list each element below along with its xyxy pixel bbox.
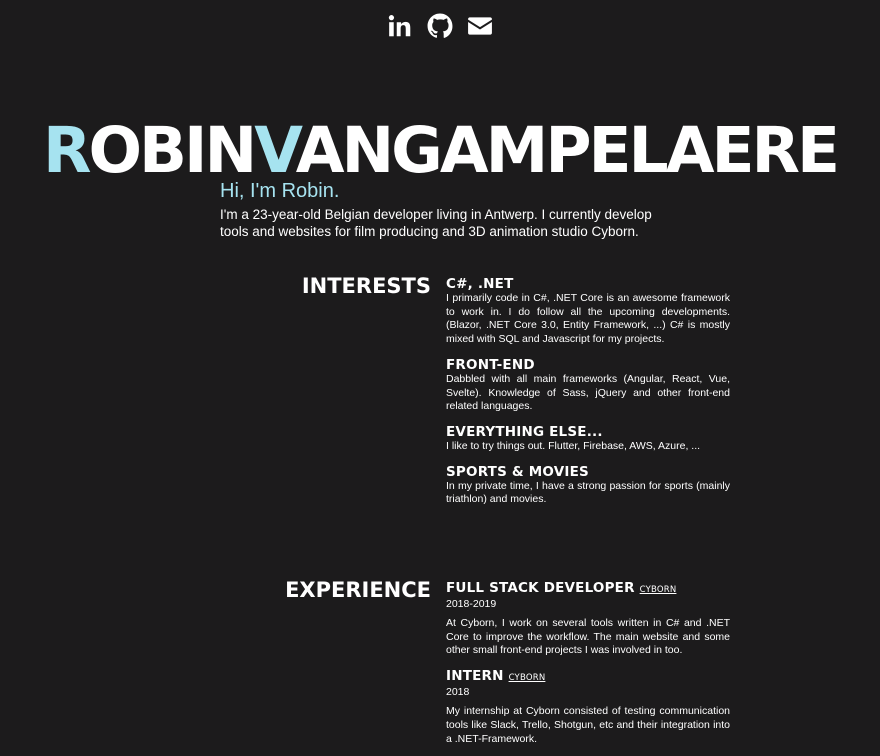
experience-text: My internship at Cyborn consisted of tes… [446,705,730,745]
company-link[interactable]: CYBORN [640,585,677,595]
interest-item: EVERYTHING ELSE... I like to try things … [446,424,730,454]
interest-item: C#, .NET I primarily code in C#, .NET Co… [446,276,730,347]
experience-item: INTERN CYBORN 2018 My internship at Cybo… [446,668,730,746]
experience-title: EXPERIENCE [285,578,431,602]
intro: Hi, I'm Robin. I'm a 23-year-old Belgian… [220,178,670,240]
interest-text: Dabbled with all main frameworks (Angula… [446,372,730,413]
experience-heading: FULL STACK DEVELOPER CYBORN [446,580,730,598]
name-last-rest: ANGAMPELAERE [295,114,840,188]
name-first-initial: R [42,114,91,188]
experience-item: FULL STACK DEVELOPER CYBORN 2018-2019 At… [446,580,730,658]
social-links [0,12,880,40]
interests-list: C#, .NET I primarily code in C#, .NET Co… [446,276,730,517]
interest-text: In my private time, I have a strong pass… [446,479,730,506]
experience-list: FULL STACK DEVELOPER CYBORN 2018-2019 At… [446,580,730,756]
name-first-rest: OBIN [88,114,257,188]
linkedin-link[interactable] [387,12,413,40]
envelope-icon [468,17,492,35]
experience-heading: INTERN CYBORN [446,668,730,686]
company-link[interactable]: CYBORN [509,673,546,683]
interests-title: INTERESTS [301,274,431,298]
experience-years: 2018 [446,686,470,699]
email-link[interactable] [467,12,493,40]
experience-years: 2018-2019 [446,598,497,610]
experience-text: At Cyborn, I work on several tools writt… [446,617,730,657]
name-last-initial: V [254,114,299,188]
job-title: FULL STACK DEVELOPER [446,580,635,596]
linkedin-icon [388,15,411,37]
bio: I'm a 23-year-old Belgian developer livi… [220,207,652,239]
github-link[interactable] [427,12,453,40]
interest-text: I like to try things out. Flutter, Fireb… [446,439,701,452]
github-icon [427,13,453,38]
interest-heading: EVERYTHING ELSE... [446,423,603,440]
interest-item: FRONT-END Dabbled with all main framewor… [446,357,730,414]
greeting: Hi, I'm Robin. [220,180,340,202]
interest-text: I primarily code in C#, .NET Core is an … [446,292,730,346]
interest-item: SPORTS & MOVIES In my private time, I ha… [446,464,730,507]
interest-heading: C#, .NET [446,276,514,292]
job-title: INTERN [446,668,504,685]
interest-heading: FRONT-END [446,356,535,373]
interest-heading: SPORTS & MOVIES [446,463,589,480]
